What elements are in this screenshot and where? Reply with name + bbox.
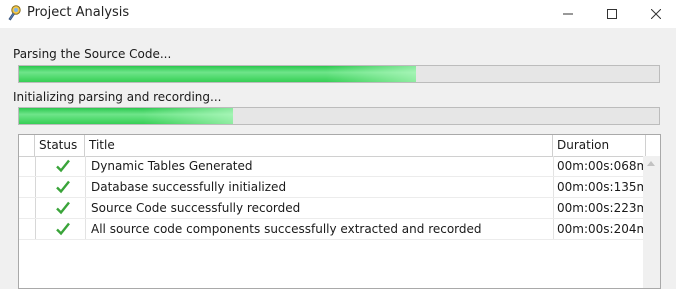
parsing-progress-fill bbox=[19, 66, 416, 82]
table-row[interactable]: Dynamic Tables Generated 00m:00s:068ms bbox=[19, 156, 654, 177]
vertical-scrollbar[interactable] bbox=[643, 156, 660, 288]
initializing-progress-fill bbox=[19, 108, 234, 124]
check-icon bbox=[56, 222, 70, 236]
row-title: Source Code successfully recorded bbox=[91, 201, 301, 215]
results-table[interactable]: Status Title Duration Dynamic Tables Gen… bbox=[18, 134, 661, 289]
close-icon bbox=[651, 9, 661, 19]
maximize-button[interactable] bbox=[590, 0, 634, 28]
check-icon bbox=[56, 201, 70, 215]
row-duration: 00m:00s:204ms bbox=[557, 222, 655, 236]
row-duration: 00m:00s:223ms bbox=[557, 201, 655, 215]
initializing-label: Initializing parsing and recording... bbox=[13, 90, 222, 104]
title-bar: Project Analysis bbox=[0, 0, 676, 28]
maximize-icon bbox=[607, 9, 617, 19]
column-header-status[interactable]: Status bbox=[35, 135, 85, 156]
row-header bbox=[19, 156, 36, 176]
minimize-button[interactable] bbox=[546, 0, 590, 28]
close-button[interactable] bbox=[634, 0, 676, 28]
window-title: Project Analysis bbox=[27, 5, 130, 20]
table-row[interactable]: All source code components successfully … bbox=[19, 219, 654, 240]
scroll-up-arrow-icon[interactable] bbox=[647, 161, 655, 166]
row-header bbox=[19, 177, 36, 197]
row-header bbox=[19, 198, 36, 218]
row-title: Dynamic Tables Generated bbox=[91, 159, 253, 173]
column-header-duration[interactable]: Duration bbox=[553, 135, 646, 156]
table-row[interactable]: Source Code successfully recorded 00m:00… bbox=[19, 198, 654, 219]
check-icon bbox=[56, 180, 70, 194]
row-title: Database successfully initialized bbox=[91, 180, 287, 194]
table-row[interactable]: Database successfully initialized 00m:00… bbox=[19, 177, 654, 198]
minimize-icon bbox=[563, 13, 573, 15]
key-magnifier-icon bbox=[8, 5, 21, 21]
row-header-corner bbox=[19, 135, 35, 156]
initializing-progress-bar bbox=[18, 107, 660, 125]
check-icon bbox=[56, 159, 70, 173]
row-duration: 00m:00s:068ms bbox=[557, 159, 655, 173]
row-header bbox=[19, 219, 36, 239]
table-header: Status Title Duration bbox=[19, 135, 660, 157]
column-header-title[interactable]: Title bbox=[85, 135, 553, 156]
row-title: All source code components successfully … bbox=[91, 222, 482, 236]
row-duration: 00m:00s:135ms bbox=[557, 180, 655, 194]
parsing-progress-bar bbox=[18, 65, 660, 83]
parsing-label: Parsing the Source Code... bbox=[13, 47, 172, 61]
